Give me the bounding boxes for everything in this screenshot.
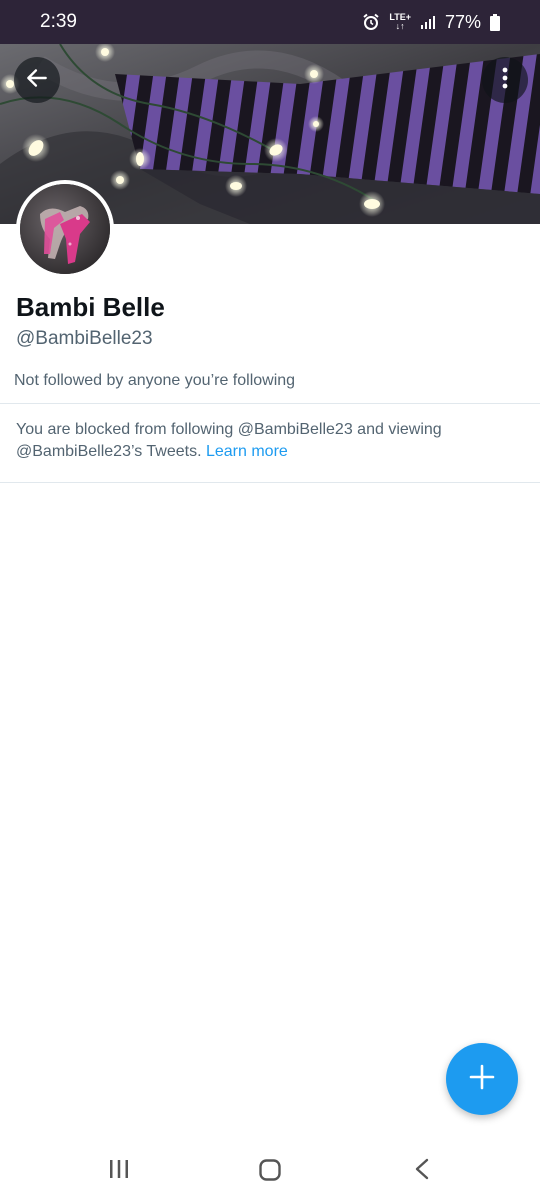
more-vertical-icon: [501, 66, 509, 95]
avatar[interactable]: [16, 180, 114, 278]
arrow-left-icon: [24, 65, 50, 96]
home-icon: [258, 1159, 282, 1186]
chevron-left-icon: [412, 1158, 432, 1184]
plus-icon: [468, 1063, 496, 1096]
divider: [0, 403, 540, 404]
blocked-notice: You are blocked from following @BambiBel…: [16, 419, 516, 463]
back-button[interactable]: [14, 57, 60, 103]
user-handle: @BambiBelle23: [16, 328, 153, 349]
signal-icon: [420, 14, 436, 30]
status-icons: LTE+ ↓↑ 77%: [362, 12, 500, 33]
compose-tweet-button[interactable]: [446, 1043, 518, 1115]
home-button[interactable]: [258, 1158, 282, 1187]
network-type: LTE+ ↓↑: [389, 12, 411, 31]
recent-apps-icon: [108, 1160, 130, 1184]
recent-apps-button[interactable]: [108, 1158, 130, 1185]
more-options-button[interactable]: [482, 57, 528, 103]
followed-by-text: Not followed by anyone you’re following: [14, 372, 296, 389]
battery-icon: [490, 13, 500, 31]
system-back-button[interactable]: [412, 1158, 432, 1185]
battery-percent: 77%: [444, 11, 481, 32]
divider: [0, 482, 540, 483]
display-name: Bambi Belle: [16, 292, 165, 322]
status-bar: 2:39 LTE+ ↓↑ 77%: [0, 0, 540, 44]
learn-more-link[interactable]: Learn more: [206, 443, 288, 460]
system-nav-bar: [0, 1140, 540, 1200]
alarm-icon: [362, 13, 380, 31]
status-time: 2:39: [40, 11, 77, 32]
